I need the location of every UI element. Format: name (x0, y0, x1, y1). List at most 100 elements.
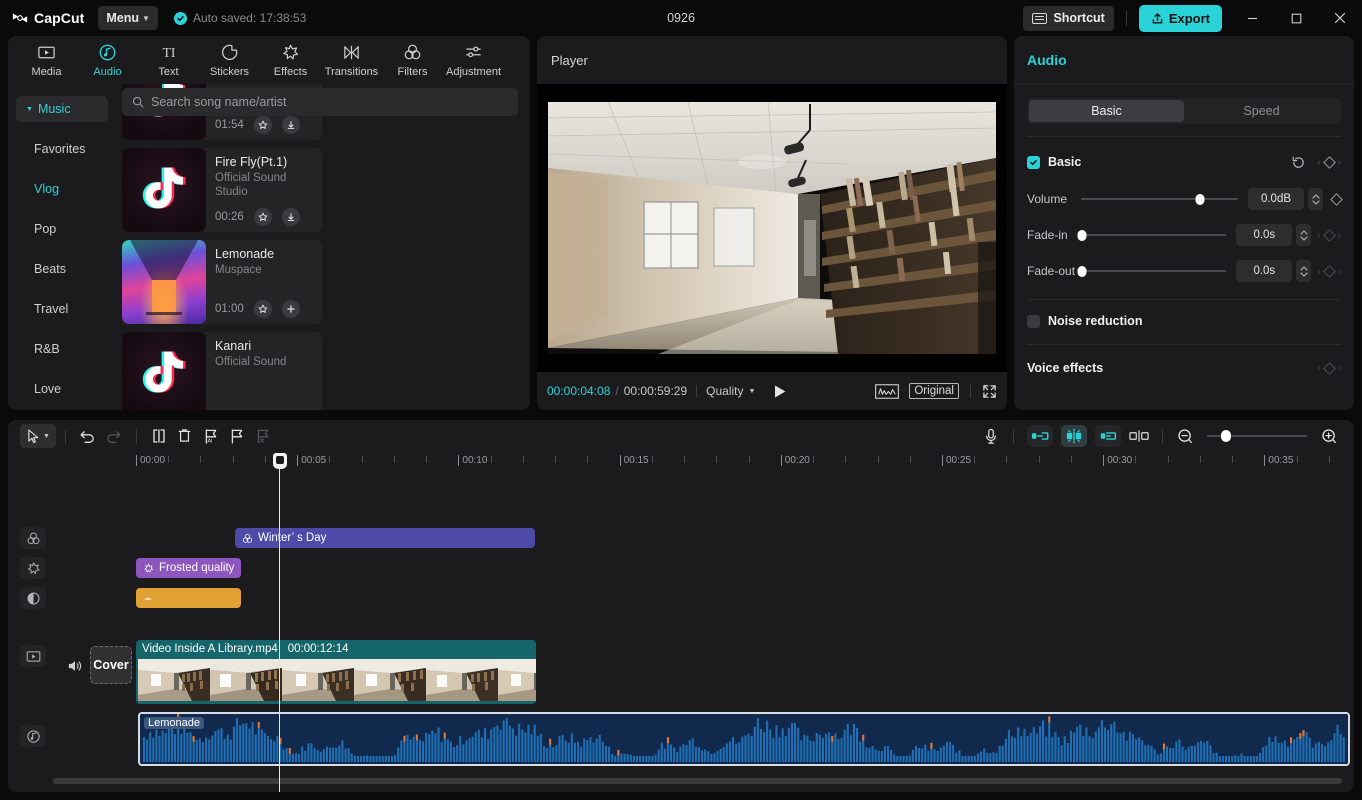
timeline-ruler[interactable]: 00:0000:0500:1000:1500:2000:2500:3000:35 (8, 452, 1354, 476)
fade-in-value[interactable]: 0.0s (1236, 224, 1292, 246)
sidebar-item-beats[interactable]: Beats (16, 256, 108, 282)
tab-transitions[interactable]: Transitions (321, 37, 382, 83)
effect-track-icon[interactable] (20, 557, 46, 579)
quality-dropdown[interactable]: Quality ▼ (706, 384, 755, 398)
tab-speed[interactable]: Speed (1184, 100, 1339, 122)
keyframe-diamond-icon[interactable] (1323, 156, 1336, 169)
noise-reduction-checkbox[interactable] (1027, 315, 1040, 328)
basic-checkbox[interactable] (1027, 156, 1040, 169)
select-tool-button[interactable]: ▼ (20, 424, 56, 448)
tab-adjustment[interactable]: Adjustment (443, 37, 504, 83)
keyframe-diamond-icon[interactable] (1323, 229, 1336, 242)
volume-value[interactable]: 0.0dB (1248, 188, 1304, 210)
aspect-ratio-button[interactable]: Original (909, 383, 959, 399)
zoom-in-button[interactable] (1316, 424, 1342, 448)
keyframe-nav[interactable]: ‹ › (1317, 157, 1341, 168)
fade-in-slider-knob[interactable] (1078, 230, 1087, 241)
mute-toggle[interactable] (65, 656, 85, 676)
export-button[interactable]: Export (1139, 5, 1222, 32)
volume-slider[interactable] (1081, 192, 1238, 206)
keyframe-next-icon[interactable]: › (1338, 157, 1341, 168)
maximize-button[interactable] (1274, 0, 1318, 36)
voice-effects-keyframe-nav[interactable]: ‹ › (1317, 363, 1341, 374)
sticker-track-icon[interactable] (20, 527, 46, 549)
list-item[interactable]: Kanari Official Sound (122, 332, 322, 410)
sidebar-item-love[interactable]: Love (16, 376, 108, 402)
playhead-handle[interactable] (273, 453, 287, 469)
sidebar-item-travel[interactable]: Travel (16, 296, 108, 322)
tab-stickers[interactable]: Stickers (199, 37, 260, 83)
volume-keyframe-nav[interactable] (1332, 195, 1341, 204)
keyframe-prev-icon[interactable]: ‹ (1317, 157, 1320, 168)
sidebar-item-favorites[interactable]: Favorites (16, 136, 108, 162)
tab-text[interactable]: TI Text (138, 37, 199, 83)
tab-audio[interactable]: Audio (77, 37, 138, 83)
video-clip[interactable]: Video Inside A Library.mp4 00:00:12:14 (136, 640, 536, 704)
fade-out-slider[interactable] (1081, 264, 1226, 278)
favorite-star-icon[interactable] (254, 116, 272, 134)
sticker-clip[interactable]: Winter’ s Day (235, 528, 535, 548)
shortcut-button[interactable]: Shortcut (1023, 6, 1113, 31)
split-button[interactable] (146, 424, 172, 448)
tab-filters[interactable]: Filters (382, 37, 443, 83)
fade-out-keyframe-nav[interactable]: ‹ › (1317, 266, 1341, 277)
list-item[interactable]: Fire Fly(Pt.1) Official Sound Studio 00:… (122, 148, 322, 232)
keyframe-diamond-icon[interactable] (1323, 362, 1336, 375)
volume-stepper[interactable] (1308, 188, 1323, 210)
video-preview[interactable] (548, 102, 996, 354)
sidebar-item-vlog[interactable]: Vlog (16, 176, 108, 202)
add-to-timeline-icon[interactable] (282, 300, 300, 318)
sidebar-item-music[interactable]: ▼ Music (16, 96, 108, 122)
timeline-zoom-knob[interactable] (1221, 430, 1231, 442)
search-bar[interactable] (122, 88, 518, 116)
keyframe-next-icon[interactable]: › (1338, 230, 1341, 241)
menu-button[interactable]: Menu ▼ (98, 6, 158, 30)
volume-slider-knob[interactable] (1196, 194, 1205, 205)
marker-button[interactable] (224, 424, 250, 448)
minimize-button[interactable] (1230, 0, 1274, 36)
keyframe-next-icon[interactable]: › (1338, 266, 1341, 277)
keyframe-prev-icon[interactable]: ‹ (1317, 266, 1320, 277)
sidebar-item-rnb[interactable]: R&B (16, 336, 108, 362)
timeline-zoom-slider[interactable] (1207, 429, 1307, 443)
cover-button[interactable]: Cover (90, 646, 132, 684)
keyframe-next-icon[interactable]: › (1338, 363, 1341, 374)
zoom-out-button[interactable] (1172, 424, 1198, 448)
waveform-button[interactable] (875, 384, 899, 399)
favorite-star-icon[interactable] (254, 208, 272, 226)
filter-track-icon[interactable] (20, 587, 46, 609)
sidebar-item-pop[interactable]: Pop (16, 216, 108, 242)
download-icon[interactable] (282, 116, 300, 134)
favorite-star-icon[interactable] (254, 300, 272, 318)
video-track-icon[interactable] (20, 645, 46, 667)
keyframe-diamond-icon[interactable] (1330, 193, 1343, 206)
filter-clip[interactable] (136, 588, 241, 608)
fade-out-value[interactable]: 0.0s (1236, 260, 1292, 282)
fade-in-slider[interactable] (1081, 228, 1226, 242)
close-button[interactable] (1318, 0, 1362, 36)
mirror-right-button[interactable] (1095, 425, 1121, 447)
auto-snap-button[interactable] (1061, 425, 1087, 447)
audio-track-icon[interactable] (20, 725, 46, 747)
play-button[interactable] (773, 384, 787, 399)
fullscreen-button[interactable] (982, 384, 997, 399)
effect-clip[interactable]: Frosted quality (136, 558, 241, 578)
reset-icon[interactable] (1291, 155, 1306, 170)
ai-marker-button[interactable]: AI (198, 424, 224, 448)
audio-clip[interactable]: Lemonade (138, 712, 1350, 766)
timeline-horizontal-scrollbar[interactable] (53, 778, 1342, 784)
keyframe-prev-icon[interactable]: ‹ (1317, 230, 1320, 241)
tab-media[interactable]: Media (16, 37, 77, 83)
delete-button[interactable] (172, 424, 198, 448)
list-item[interactable]: Lemonade Muspace 01:00 (122, 240, 322, 324)
mirror-left-button[interactable] (1027, 425, 1053, 447)
fade-in-keyframe-nav[interactable]: ‹ › (1317, 230, 1341, 241)
fade-out-slider-knob[interactable] (1078, 266, 1087, 277)
fade-in-stepper[interactable] (1296, 224, 1311, 246)
fade-out-stepper[interactable] (1296, 260, 1311, 282)
search-input[interactable] (151, 95, 508, 109)
redo-button[interactable] (101, 424, 127, 448)
keyframe-prev-icon[interactable]: ‹ (1317, 363, 1320, 374)
remove-marker-button[interactable] (250, 424, 276, 448)
split-view-button[interactable] (1125, 424, 1153, 448)
